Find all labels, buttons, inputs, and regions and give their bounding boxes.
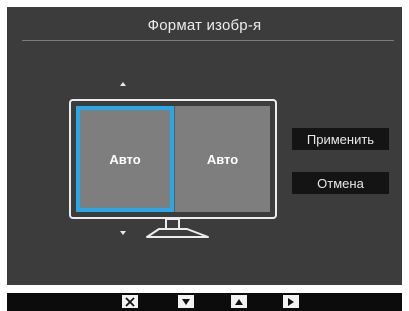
close-icon <box>125 296 135 307</box>
arrow-up-icon <box>235 298 243 305</box>
apply-button[interactable]: Применить <box>292 128 389 150</box>
nav-key-enter[interactable] <box>283 295 299 308</box>
nav-key-close[interactable] <box>122 295 138 308</box>
monitor-stand-icon <box>146 218 209 238</box>
osd-panel: Формат изобр-я Авто Авто Применить Отмен… <box>7 7 402 285</box>
nav-key-down[interactable] <box>178 295 194 308</box>
navigation-key-bar <box>7 293 402 311</box>
scroll-down-indicator-icon <box>120 231 126 235</box>
nav-key-up[interactable] <box>231 295 247 308</box>
cancel-button[interactable]: Отмена <box>292 172 389 194</box>
arrow-down-icon <box>182 298 190 305</box>
play-icon <box>288 297 294 306</box>
